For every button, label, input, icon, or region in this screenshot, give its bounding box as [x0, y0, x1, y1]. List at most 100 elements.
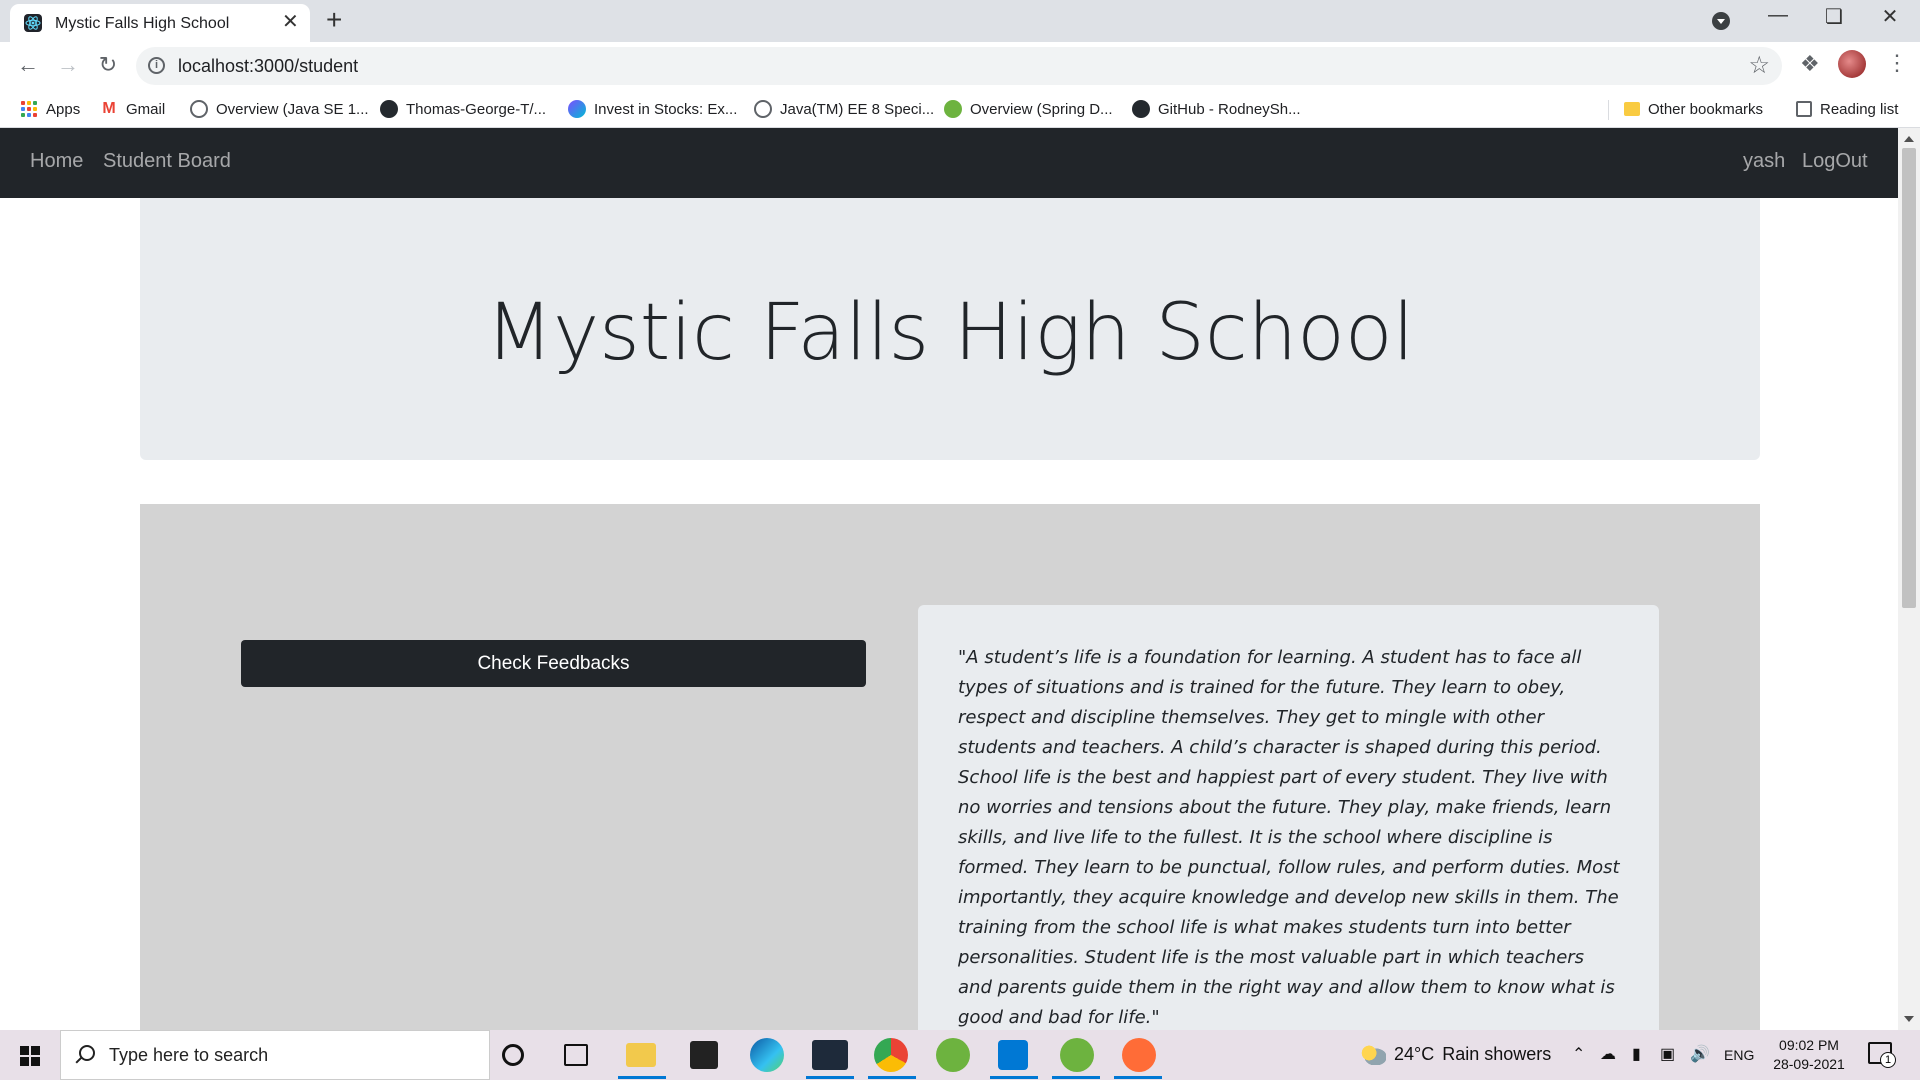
address-bar[interactable]: i localhost:3000/student ☆ — [136, 47, 1782, 85]
vscode-icon[interactable] — [998, 1040, 1028, 1070]
weather-widget[interactable]: 24°C Rain showers — [1360, 1044, 1551, 1065]
bookmark-gmail[interactable]: M Gmail — [100, 96, 165, 122]
bookmark-other[interactable]: Other bookmarks — [1624, 96, 1763, 122]
page-viewport: Home Student Board yash LogOut Mystic Fa… — [0, 128, 1898, 1030]
bookmark-java-ee[interactable]: Java(TM) EE 8 Speci... — [754, 96, 934, 122]
bookmark-label: Java(TM) EE 8 Speci... — [780, 100, 935, 118]
bookmark-star-icon[interactable]: ☆ — [1748, 51, 1770, 80]
clock-date: 28-09-2021 — [1773, 1056, 1845, 1072]
restore-icon[interactable]: ❏ — [1814, 4, 1854, 29]
network-icon[interactable]: ▣ — [1660, 1044, 1675, 1064]
content-section: Check Feedbacks "A student’s life is a f… — [140, 504, 1760, 1030]
search-placeholder: Type here to search — [109, 1045, 269, 1065]
github-icon — [380, 100, 398, 118]
taskbar-clock[interactable]: 09:02 PM 28-09-2021 — [1764, 1036, 1854, 1074]
bookmark-spring[interactable]: Overview (Spring D... — [944, 96, 1113, 122]
spring-tool-icon[interactable] — [936, 1038, 970, 1072]
spring-tool-icon[interactable] — [1060, 1038, 1094, 1072]
store-icon[interactable] — [690, 1041, 718, 1069]
active-indicator — [990, 1076, 1038, 1079]
bookmark-apps[interactable]: Apps — [20, 96, 80, 122]
volume-icon[interactable]: 🔊 — [1690, 1044, 1710, 1064]
reading-list-label: Reading list — [1820, 100, 1899, 118]
apps-grid-icon — [20, 101, 38, 117]
top-navbar: Home Student Board yash LogOut — [0, 128, 1898, 198]
clock-time: 09:02 PM — [1779, 1037, 1839, 1053]
gmail-icon: M — [102, 100, 116, 117]
reload-icon[interactable]: ↻ — [94, 52, 122, 78]
extensions-puzzle-icon[interactable]: ❖ — [1800, 51, 1820, 77]
language-indicator[interactable]: ENG — [1724, 1047, 1754, 1063]
bookmark-label: Overview (Java SE 1... — [216, 100, 369, 118]
nav-logout-link[interactable]: LogOut — [1802, 150, 1868, 173]
taskbar-search-box[interactable]: Type here to search — [60, 1030, 490, 1080]
bookmark-java-se[interactable]: Overview (Java SE 1... — [190, 96, 369, 122]
notification-center-icon[interactable]: 1 — [1868, 1042, 1896, 1068]
notification-count-badge: 1 — [1880, 1052, 1896, 1068]
bookmark-label: GitHub - RodneySh... — [1158, 100, 1301, 118]
reading-list[interactable]: Reading list — [1796, 96, 1898, 122]
minimize-icon[interactable]: — — [1758, 4, 1798, 27]
spring-icon — [944, 100, 962, 118]
active-indicator — [1052, 1076, 1100, 1079]
check-feedbacks-button[interactable]: Check Feedbacks — [241, 640, 866, 687]
search-icon — [79, 1045, 95, 1061]
show-hidden-icons-icon[interactable]: ⌃ — [1572, 1044, 1585, 1064]
weather-condition: Rain showers — [1442, 1044, 1552, 1064]
battery-icon[interactable]: ▮ — [1632, 1044, 1641, 1064]
file-explorer-icon[interactable] — [626, 1043, 656, 1067]
bookmark-invest[interactable]: Invest in Stocks: Ex... — [568, 96, 737, 122]
nav-student-board-link[interactable]: Student Board — [103, 150, 231, 173]
back-arrow-icon[interactable]: ← — [14, 52, 42, 78]
globe-icon — [754, 100, 772, 118]
scroll-up-arrow-icon[interactable] — [1904, 136, 1914, 142]
active-indicator — [1114, 1076, 1162, 1079]
postman-icon[interactable] — [1122, 1038, 1156, 1072]
bookmark-label: Thomas-George-T/... — [406, 100, 547, 118]
close-tab-icon[interactable]: ✕ — [282, 12, 299, 32]
mysql-icon[interactable] — [812, 1040, 848, 1070]
close-window-icon[interactable]: ✕ — [1870, 4, 1910, 29]
bookmarks-divider — [1608, 100, 1609, 120]
browser-menu-icon[interactable]: ⋮ — [1886, 50, 1908, 76]
windows-taskbar: Type here to search 24°C Rain showers ⌃ … — [0, 1030, 1920, 1080]
new-tab-button[interactable]: + — [326, 6, 342, 34]
site-info-icon[interactable]: i — [148, 57, 165, 74]
browser-tab[interactable]: Mystic Falls High School ✕ — [10, 4, 310, 42]
bookmark-label: Other bookmarks — [1648, 100, 1764, 118]
nav-username-link[interactable]: yash — [1743, 150, 1785, 173]
scroll-thumb[interactable] — [1902, 148, 1916, 608]
active-indicator — [618, 1076, 666, 1079]
bookmarks-bar: Apps M Gmail Overview (Java SE 1... Thom… — [0, 90, 1920, 128]
active-indicator — [806, 1076, 854, 1079]
edge-icon[interactable] — [750, 1038, 784, 1072]
chrome-icon[interactable] — [874, 1038, 908, 1072]
page-scrollbar[interactable] — [1898, 128, 1920, 1030]
bookmark-github-rodney[interactable]: GitHub - RodneySh... — [1132, 96, 1301, 122]
forward-arrow-icon[interactable]: → — [54, 52, 82, 78]
browser-tab-strip: Mystic Falls High School ✕ + — ❏ ✕ — [0, 0, 1920, 42]
url-text[interactable]: localhost:3000/student — [178, 56, 358, 77]
quote-text: "A student’s life is a foundation for le… — [958, 647, 1620, 1028]
globe-icon — [190, 100, 208, 118]
invest-icon — [568, 100, 586, 118]
bookmark-label: Invest in Stocks: Ex... — [594, 100, 738, 118]
profile-avatar[interactable] — [1838, 50, 1866, 78]
bookmark-label: Apps — [46, 100, 81, 118]
cortana-icon[interactable] — [502, 1044, 524, 1066]
windows-start-icon[interactable] — [20, 1046, 40, 1066]
rain-cloud-icon — [1360, 1044, 1386, 1065]
bookmark-label: Gmail — [126, 100, 166, 118]
quote-card: "A student’s life is a foundation for le… — [918, 605, 1659, 1030]
weather-temperature: 24°C — [1394, 1044, 1435, 1064]
onedrive-cloud-icon[interactable]: ☁ — [1600, 1044, 1616, 1064]
tab-search-icon[interactable] — [1712, 12, 1730, 30]
bookmark-github-thomas[interactable]: Thomas-George-T/... — [380, 96, 546, 122]
task-view-icon[interactable] — [564, 1044, 588, 1066]
reading-list-icon — [1796, 101, 1812, 117]
page-title: Mystic Falls High School — [485, 288, 1415, 378]
nav-home-link[interactable]: Home — [30, 150, 83, 173]
react-favicon-icon — [24, 14, 42, 32]
scroll-down-arrow-icon[interactable] — [1904, 1016, 1914, 1022]
hero-jumbotron: Mystic Falls High School — [140, 198, 1760, 460]
